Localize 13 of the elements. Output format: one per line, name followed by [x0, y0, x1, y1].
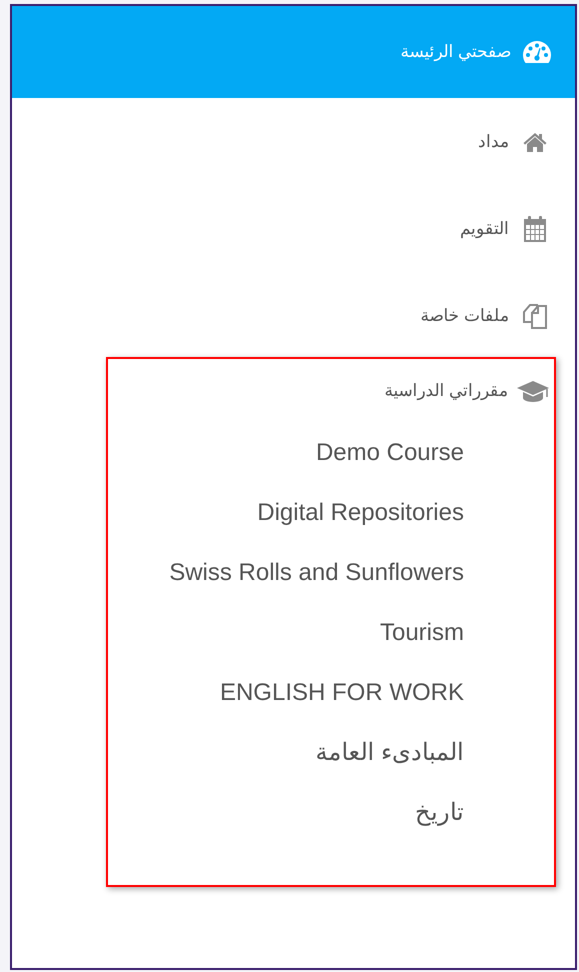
home-icon: [523, 132, 547, 152]
dashboard-gauge-icon: [522, 40, 552, 64]
course-link[interactable]: Demo Course: [316, 423, 464, 483]
course-link[interactable]: Swiss Rolls and Sunflowers: [169, 543, 464, 603]
calendar-icon: [523, 214, 547, 242]
course-link[interactable]: Digital Repositories: [257, 483, 464, 543]
files-icon: [522, 302, 548, 328]
courses-heading[interactable]: مقرراتي الدراسية: [108, 373, 554, 409]
graduation-cap-icon: [516, 379, 550, 403]
course-link[interactable]: Tourism: [380, 603, 464, 663]
course-link[interactable]: المبادىء العامة: [315, 723, 464, 783]
course-link[interactable]: ENGLISH FOR WORK: [220, 663, 464, 723]
course-link[interactable]: تاريخ: [415, 783, 464, 843]
